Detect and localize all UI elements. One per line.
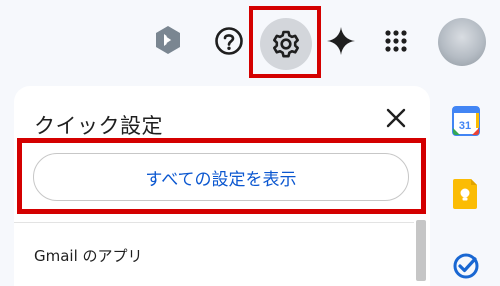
gemini-sparkle-icon[interactable]	[326, 26, 356, 56]
avatar[interactable]	[438, 18, 486, 66]
quick-settings-title: クイック設定	[34, 114, 163, 138]
see-all-settings-button[interactable]: すべての設定を表示	[33, 153, 409, 201]
tasks-icon[interactable]	[452, 252, 480, 280]
settings-highlight-box	[249, 6, 321, 78]
gmail-apps-section-label: Gmail のアプリ	[34, 247, 143, 265]
top-bar	[0, 0, 500, 84]
apps-grid-icon[interactable]	[383, 28, 409, 54]
help-icon[interactable]	[212, 24, 246, 58]
keep-icon[interactable]	[452, 178, 478, 210]
extension-icon[interactable]	[152, 24, 184, 56]
calendar-date: 31	[459, 120, 471, 132]
calendar-icon[interactable]: 31	[452, 106, 480, 136]
panel-divider	[14, 222, 414, 223]
panel-scrollbar[interactable]	[416, 220, 426, 281]
close-icon[interactable]	[382, 104, 410, 132]
